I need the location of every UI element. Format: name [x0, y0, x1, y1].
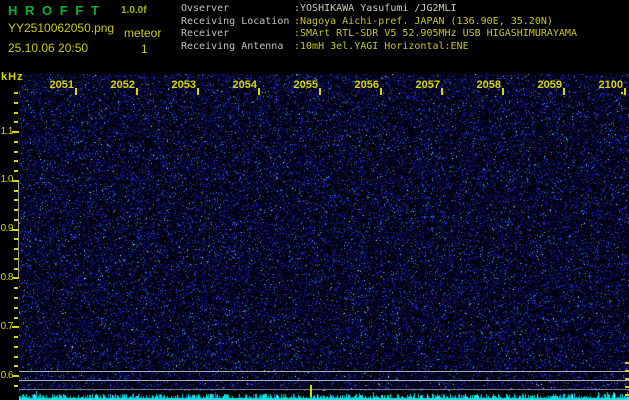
- y-minor-tick: [14, 297, 18, 299]
- info-row-value: :Nagoya Aichi-pref. JAPAN (136.90E, 35.2…: [294, 15, 553, 27]
- y-minor-tick: [14, 189, 18, 192]
- y-minor-tick: [14, 218, 18, 221]
- y-minor-tick: [14, 160, 18, 163]
- datetime-label: 25.10.06 20:50: [8, 41, 89, 55]
- x-tick-label: 2057: [415, 79, 440, 91]
- y-major-tick: [12, 228, 19, 231]
- level-tick: [625, 386, 629, 388]
- y-tick-label: 0.9: [0, 223, 14, 235]
- y-tick-label: 1.0: [0, 174, 14, 186]
- time-axis-end-dot: [621, 92, 623, 94]
- x-tick-label: 2055: [293, 79, 318, 91]
- y-tick-label: 0.8: [0, 271, 14, 283]
- x-tick-label: 2059: [537, 79, 562, 91]
- x-tick: [624, 88, 626, 95]
- y-minor-tick: [14, 140, 18, 143]
- x-tick-label: 2100: [598, 79, 623, 91]
- x-tick: [75, 88, 77, 95]
- info-row-label: Receiving Antenna: [181, 40, 284, 52]
- hrofft-window: H R O F F T 1.0.0f YY2510062050.png mete…: [0, 0, 629, 400]
- count-label: 1: [141, 42, 148, 56]
- y-minor-tick: [14, 238, 18, 241]
- y-major-tick: [12, 131, 19, 133]
- info-row-label: Receiver: [181, 28, 230, 40]
- x-tick: [563, 88, 565, 95]
- x-tick: [380, 88, 382, 95]
- info-row: Receiver :SMArt RTL-SDR V5 52.905MHz USB …: [181, 28, 577, 41]
- y-minor-tick: [14, 248, 18, 251]
- x-tick: [441, 88, 443, 95]
- reference-line-middle: [19, 380, 629, 381]
- x-tick: [136, 88, 138, 95]
- y-major-tick: [12, 375, 19, 377]
- mode-label: meteor: [124, 26, 162, 40]
- info-row: Receiving Location :Nagoya Aichi-pref. JA…: [181, 16, 577, 29]
- level-tick: [625, 378, 629, 380]
- level-tick: [625, 370, 629, 372]
- level-tick: [625, 362, 629, 364]
- x-tick-label: 2056: [354, 79, 379, 91]
- y-major-tick: [12, 179, 19, 182]
- reference-line-upper: [19, 371, 629, 372]
- y-tick-label: 1.1: [0, 125, 14, 137]
- y-major-tick: [12, 277, 19, 280]
- app-title: H R O F F T: [8, 3, 101, 18]
- y-minor-tick: [14, 170, 18, 173]
- info-row-value: :YOSHIKAWA Yasufumi /JG2MLI: [294, 3, 457, 14]
- y-minor-tick: [14, 316, 18, 319]
- y-minor-tick: [14, 384, 18, 387]
- x-tick: [258, 88, 260, 95]
- frequency-axis-unit: kHz: [1, 71, 24, 83]
- y-minor-tick: [14, 287, 18, 290]
- x-tick-label: 2058: [476, 79, 501, 91]
- info-row-value: :10mH 3el.YAGI Horizontal:ENE: [294, 40, 469, 52]
- y-minor-tick: [14, 267, 18, 270]
- y-minor-tick: [14, 111, 18, 114]
- signal-level-strip: [19, 391, 629, 400]
- x-tick-label: 2053: [171, 79, 196, 91]
- y-minor-tick: [14, 121, 18, 124]
- y-minor-tick: [14, 209, 18, 212]
- y-minor-tick: [14, 306, 18, 309]
- level-tick: [625, 394, 629, 396]
- info-row-value: :SMArt RTL-SDR V5 52.905MHz USB HIGASHIM…: [294, 28, 577, 40]
- app-version: 1.0.0f: [121, 5, 147, 16]
- x-tick: [319, 88, 321, 95]
- x-tick: [197, 88, 199, 95]
- info-row-label: Receiving Location: [181, 15, 290, 27]
- y-minor-tick: [14, 345, 18, 348]
- x-tick: [502, 88, 504, 95]
- info-row: Receiving Antenna :10mH 3el.YAGI Horizont…: [181, 41, 577, 54]
- reference-line-lower: [19, 389, 629, 390]
- x-tick-label: 2054: [232, 79, 257, 91]
- y-tick-label: 0.7: [0, 320, 14, 332]
- info-row-label: Ovserver: [181, 3, 230, 14]
- y-major-tick: [12, 326, 19, 329]
- observation-info: Ovserver :YOSHIKAWA Yasufumi /JG2MLI Recei…: [181, 3, 577, 53]
- y-minor-tick: [14, 150, 18, 153]
- x-tick-label: 2051: [49, 79, 74, 91]
- y-minor-tick: [14, 199, 18, 202]
- y-minor-tick: [14, 92, 18, 94]
- y-minor-tick: [14, 257, 18, 260]
- y-minor-tick: [14, 101, 18, 104]
- y-minor-tick: [14, 365, 18, 368]
- y-minor-tick: [14, 355, 18, 358]
- info-row: Ovserver :YOSHIKAWA Yasufumi /JG2MLI: [181, 3, 577, 16]
- output-filename: YY2510062050.png: [8, 21, 115, 35]
- bottom-center-marker: [310, 385, 312, 397]
- spectrogram-canvas: [19, 74, 629, 391]
- x-tick-label: 2052: [110, 79, 135, 91]
- y-minor-tick: [14, 336, 18, 338]
- y-tick-label: 0.6: [0, 369, 14, 381]
